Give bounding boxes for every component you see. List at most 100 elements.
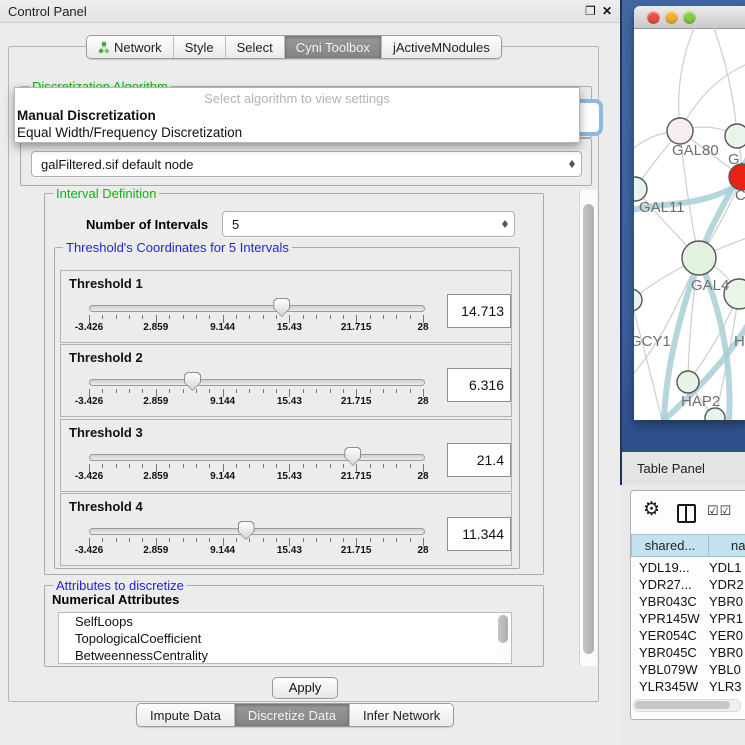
tick-mark (263, 538, 264, 542)
tick-mark (142, 464, 143, 468)
minimize-traffic-light[interactable] (665, 11, 678, 24)
list-item[interactable]: BetweennessCentrality (59, 647, 511, 664)
scale-label: -3.426 (75, 396, 103, 407)
tick-mark (263, 315, 264, 319)
tab-select[interactable]: Select (226, 36, 285, 58)
network-edge (679, 28, 694, 131)
network-node-label: GAL4 (691, 277, 729, 294)
scale-label: 15.43 (277, 545, 302, 556)
list-item[interactable]: SelfLoops (59, 613, 511, 630)
slider-track[interactable] (89, 379, 425, 386)
top-tab-bar: NetworkStyleSelectCyni ToolboxjActiveMNo… (86, 35, 502, 59)
select-columns-icon[interactable]: ☑☑ (707, 503, 732, 519)
popup-option-equal-width[interactable]: Equal Width/Frequency Discretization (15, 124, 579, 141)
column-header-name[interactable]: na (708, 534, 745, 557)
table-data-combobox[interactable]: galFiltered.sif default node (31, 151, 582, 177)
combo-arrows-icon (502, 217, 508, 231)
network-canvas[interactable]: GAL80CGAL11GAL4GCY1HHAP2G. (634, 28, 745, 420)
network-node-label: HAP2 (681, 393, 720, 410)
tick-mark (396, 389, 397, 393)
tab-cyni-toolbox[interactable]: Cyni Toolbox (285, 36, 382, 58)
tick-mark (236, 538, 237, 542)
network-node-gal11[interactable] (634, 177, 647, 201)
table-horizontal-scrollbar[interactable] (633, 699, 741, 712)
numerical-attributes-list[interactable]: SelfLoopsTopologicalCoefficientBetweenne… (58, 612, 512, 664)
table-cell-shared-name: YBR043C (639, 593, 697, 610)
table-row[interactable]: YBL079WYBL0 (631, 661, 744, 678)
table-row[interactable]: YBR045CYBR0 (631, 644, 744, 661)
table-row[interactable]: YPR145WYPR1 (631, 610, 744, 627)
attributes-list-scrollbar-thumb[interactable] (498, 615, 508, 643)
main-vertical-scrollbar-thumb[interactable] (583, 204, 594, 654)
tick-mark (196, 464, 197, 468)
threshold-label: Threshold 3 (69, 425, 143, 440)
network-node-gal80[interactable] (667, 118, 693, 144)
table-row[interactable]: YLR345WYLR3 (631, 678, 744, 695)
network-desktop-area: GAL80CGAL11GAL4GCY1HHAP2G. (620, 0, 745, 452)
table-cell-shared-name: YBL079W (639, 661, 698, 678)
network-window-titlebar[interactable] (634, 6, 745, 29)
table-horizontal-scrollbar-thumb[interactable] (635, 701, 730, 709)
tick-mark (263, 464, 264, 468)
slider-track[interactable] (89, 528, 425, 535)
scale-label: 9.144 (210, 322, 235, 333)
threshold-value-field[interactable]: 21.4 (447, 443, 511, 477)
threshold-value-field[interactable]: 11.344 (447, 517, 511, 551)
close-icon[interactable]: ✕ (602, 4, 612, 18)
table-cell-shared-name: YBR045C (639, 644, 697, 661)
scale-label: 9.144 (210, 545, 235, 556)
main-vertical-scrollbar[interactable] (579, 190, 597, 666)
network-node-label: C (735, 187, 745, 204)
tab-label: Impute Data (150, 708, 221, 723)
number-of-intervals-combobox[interactable]: 5 (222, 211, 515, 237)
column-header-shared-name[interactable]: shared... (631, 534, 709, 557)
close-traffic-light[interactable] (647, 11, 660, 24)
slider-handle[interactable] (238, 521, 255, 540)
bottom-tab-bar: Impute Data Discretize Data Infer Network (136, 703, 454, 727)
tab-network[interactable]: Network (87, 36, 174, 58)
tab-impute-data[interactable]: Impute Data (137, 704, 235, 726)
tab-jactivemnodules[interactable]: jActiveMNodules (382, 36, 501, 58)
zoom-traffic-light[interactable] (683, 11, 696, 24)
tick-mark (343, 464, 344, 468)
slider-track[interactable] (89, 454, 425, 461)
tab-discretize-data[interactable]: Discretize Data (235, 704, 350, 726)
table-row[interactable]: YDL19...YDL1 (631, 559, 744, 576)
threshold-box-3: Threshold 3-3.4262.8599.14415.4321.71528… (60, 419, 512, 492)
table-cell-name: YLR3 (709, 678, 742, 695)
list-item[interactable]: TopologicalCoefficient (59, 630, 511, 647)
network-node[interactable] (725, 124, 745, 148)
tick-mark (102, 538, 103, 542)
network-node-hap2[interactable] (677, 371, 699, 393)
tick-mark (343, 389, 344, 393)
threshold-value-field[interactable]: 6.316 (447, 368, 511, 402)
tab-label: Discretize Data (248, 708, 336, 723)
apply-button[interactable]: Apply (272, 677, 338, 699)
popup-placeholder: Select algorithm to view settings (15, 88, 579, 107)
network-node-gal4[interactable] (682, 241, 716, 275)
gear-icon[interactable]: ⚙ (643, 498, 660, 521)
scale-label: 21.715 (341, 322, 372, 333)
tick-mark (249, 315, 250, 319)
number-of-intervals-label: Number of Intervals (86, 217, 208, 232)
tab-infer-network[interactable]: Infer Network (350, 704, 453, 726)
threshold-value-field[interactable]: 14.713 (447, 294, 511, 328)
table-row[interactable]: YER054CYER0 (631, 627, 744, 644)
split-columns-icon[interactable] (677, 504, 696, 523)
attributes-list-scrollbar[interactable] (497, 613, 510, 661)
table-row[interactable]: YBR043CYBR0 (631, 593, 744, 610)
tab-style[interactable]: Style (174, 36, 226, 58)
slider-track[interactable] (89, 305, 425, 312)
slider-handle[interactable] (184, 372, 201, 391)
slider-handle[interactable] (344, 447, 361, 466)
tick-mark (383, 315, 384, 319)
tick-mark (383, 538, 384, 542)
popup-option-manual[interactable]: Manual Discretization (15, 107, 579, 124)
scale-label: 9.144 (210, 471, 235, 482)
table-row[interactable]: YDR27...YDR2 (631, 576, 744, 593)
network-node-label: G. (728, 151, 744, 168)
tick-mark (169, 464, 170, 468)
tick-mark (303, 389, 304, 393)
float-icon[interactable]: ❐ (585, 4, 596, 18)
tick-mark (249, 538, 250, 542)
